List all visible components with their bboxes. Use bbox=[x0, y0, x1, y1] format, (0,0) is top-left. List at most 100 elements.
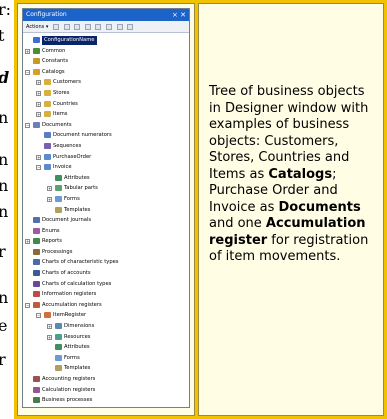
add-icon[interactable] bbox=[52, 23, 59, 30]
tree-node[interactable]: − Catalogs bbox=[23, 67, 189, 78]
collapse-icon[interactable]: − bbox=[25, 122, 30, 128]
tree-node-label: Attributes bbox=[64, 174, 90, 181]
actions-menu[interactable]: Actions ▾ bbox=[26, 24, 48, 30]
tree-node[interactable]: Charts of characteristic types bbox=[23, 257, 189, 268]
tree-node[interactable]: + PurchaseOrder bbox=[23, 152, 189, 163]
tree-node[interactable]: Processings bbox=[23, 247, 189, 258]
collapse-icon[interactable]: − bbox=[36, 313, 41, 319]
tree-node[interactable]: Tasks bbox=[23, 406, 189, 407]
tree-node[interactable]: + Countries bbox=[23, 99, 189, 110]
tree-node-label: Charts of calculation types bbox=[42, 280, 112, 287]
dimensions-icon bbox=[55, 323, 62, 330]
tree-node[interactable]: Attributes bbox=[23, 342, 189, 353]
tree-node[interactable]: Attributes bbox=[23, 173, 189, 184]
tree-node[interactable]: Templates bbox=[23, 363, 189, 374]
tree-node[interactable]: Information registers bbox=[23, 289, 189, 300]
designer-window: Configuration × ✕ Actions ▾ Configuratio… bbox=[22, 8, 190, 408]
tree-node-label: Calculation registers bbox=[42, 386, 96, 393]
copy-icon[interactable] bbox=[74, 23, 81, 30]
page-text-fragment: n bbox=[0, 150, 9, 169]
tree-node[interactable]: + Customers bbox=[23, 77, 189, 88]
catalog-icon bbox=[44, 111, 51, 118]
tree-node[interactable]: Document journals bbox=[23, 215, 189, 226]
page-text-fragment: n bbox=[0, 202, 9, 221]
tree-node-label: Charts of accounts bbox=[42, 270, 91, 277]
window-title: Configuration bbox=[26, 11, 67, 18]
tree-node[interactable]: Forms bbox=[23, 353, 189, 364]
tree-node-label: Tasks bbox=[42, 406, 56, 407]
tree-node[interactable]: Accounting registers bbox=[23, 374, 189, 385]
tree-node[interactable]: − ItemRegister bbox=[23, 310, 189, 321]
tree-node[interactable]: + Stores bbox=[23, 88, 189, 99]
expand-icon[interactable]: + bbox=[47, 324, 52, 330]
expand-icon[interactable]: + bbox=[25, 239, 30, 245]
window-titlebar[interactable]: Configuration × ✕ bbox=[23, 9, 189, 21]
tree-node[interactable]: Charts of calculation types bbox=[23, 279, 189, 290]
tree-node-label: Attributes bbox=[64, 344, 90, 351]
constants-icon bbox=[33, 58, 40, 65]
tree-node[interactable]: Sequences bbox=[23, 141, 189, 152]
enums-icon bbox=[33, 227, 40, 234]
filter-icon[interactable] bbox=[127, 23, 134, 30]
tree-node[interactable]: + Common bbox=[23, 46, 189, 57]
tree-node[interactable]: + Resources bbox=[23, 332, 189, 343]
tree-node-label: Business processes bbox=[42, 397, 93, 404]
move-down-icon[interactable] bbox=[105, 23, 112, 30]
page-text-fragment: t bbox=[0, 26, 5, 45]
expand-icon[interactable]: + bbox=[36, 101, 41, 107]
tree-node[interactable]: + Reports bbox=[23, 236, 189, 247]
document-icon bbox=[44, 164, 51, 171]
tree-node-label: Templates bbox=[64, 206, 91, 213]
edit-icon[interactable] bbox=[63, 23, 70, 30]
expand-icon[interactable]: + bbox=[36, 80, 41, 86]
tree-node[interactable]: Enums bbox=[23, 226, 189, 237]
tree-node-label: Accumulation registers bbox=[42, 301, 102, 308]
expand-icon[interactable]: + bbox=[47, 196, 52, 202]
tree-node-label: PurchaseOrder bbox=[53, 153, 92, 160]
collapse-icon[interactable]: − bbox=[25, 302, 30, 308]
attributes-icon bbox=[55, 344, 62, 351]
tree-node[interactable]: Templates bbox=[23, 205, 189, 216]
tree-node[interactable]: Calculation registers bbox=[23, 385, 189, 396]
tree-node[interactable]: + Items bbox=[23, 109, 189, 120]
collapse-icon[interactable]: − bbox=[36, 165, 41, 171]
expand-icon[interactable]: + bbox=[36, 112, 41, 118]
sort-icon[interactable] bbox=[116, 23, 123, 30]
tree-node-label: Forms bbox=[64, 354, 80, 361]
tree-node-label: Items bbox=[53, 111, 68, 118]
collapse-icon[interactable]: − bbox=[25, 69, 30, 75]
tree-node-label: Constants bbox=[42, 58, 69, 65]
tree-node[interactable]: ConfigurationName bbox=[23, 35, 189, 46]
expand-icon[interactable]: + bbox=[36, 90, 41, 96]
chart-of-accounts-icon bbox=[33, 270, 40, 277]
move-up-icon[interactable] bbox=[95, 23, 102, 30]
tree-node-label: ConfigurationName bbox=[42, 36, 97, 45]
tree-node[interactable]: Document numerators bbox=[23, 130, 189, 141]
window-close-icon[interactable]: × ✕ bbox=[172, 9, 186, 21]
tree-node[interactable]: − Accumulation registers bbox=[23, 300, 189, 311]
tree-node[interactable]: + Tabular parts bbox=[23, 183, 189, 194]
page-text-fragment: r: bbox=[0, 0, 12, 19]
page-text-fragment: n bbox=[0, 108, 9, 127]
page-text-fragment: n bbox=[0, 288, 9, 307]
tree-node[interactable]: + Dimensions bbox=[23, 321, 189, 332]
delete-icon[interactable] bbox=[84, 23, 91, 30]
tree-node[interactable]: + Forms bbox=[23, 194, 189, 205]
tree-node[interactable]: Business processes bbox=[23, 395, 189, 406]
expand-icon[interactable]: + bbox=[47, 186, 52, 192]
expand-icon[interactable]: + bbox=[36, 154, 41, 160]
expand-icon[interactable]: + bbox=[25, 48, 30, 54]
description-part: and one bbox=[209, 216, 266, 231]
tree-node-label: Processings bbox=[42, 248, 73, 255]
tree-node-label: Countries bbox=[53, 100, 78, 107]
expand-icon[interactable]: + bbox=[47, 334, 52, 340]
tree-node[interactable]: − Invoice bbox=[23, 162, 189, 173]
tree-node-label: Accounting registers bbox=[42, 376, 96, 382]
sequence-icon bbox=[44, 142, 51, 149]
tree-node[interactable]: − Documents bbox=[23, 120, 189, 131]
catalogs-term: Catalogs bbox=[268, 166, 333, 182]
tree-node-label: Common bbox=[42, 47, 66, 54]
metadata-tree: ConfigurationName + Common Constants − Catalo… bbox=[23, 33, 189, 407]
tree-node[interactable]: Charts of accounts bbox=[23, 268, 189, 279]
tree-node[interactable]: Constants bbox=[23, 56, 189, 67]
